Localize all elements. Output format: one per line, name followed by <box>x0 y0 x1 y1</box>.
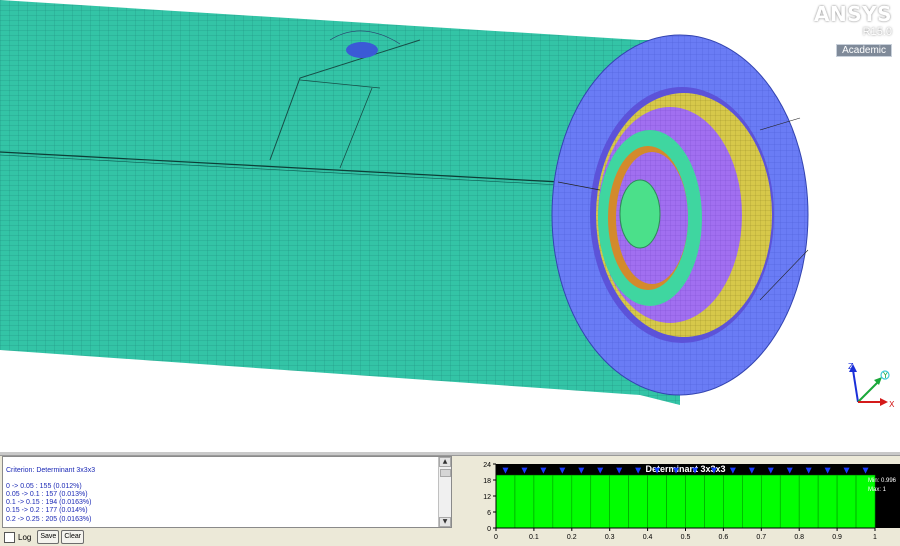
save-button[interactable]: Save <box>37 530 60 544</box>
criterion-line: Criterion: Determinant 3x3x3 <box>6 467 96 474</box>
histogram-bar[interactable] <box>779 474 800 529</box>
scroll-up-button[interactable]: ▲ <box>439 457 451 467</box>
histogram-x-tick-label: 0.4 <box>643 534 653 541</box>
mesh-model <box>0 0 809 405</box>
bin-line: 0.05 -> 0.1 : 157 (0.013%) <box>6 491 88 499</box>
histogram-y-tick-label: 24 <box>483 462 491 469</box>
histogram-bar[interactable] <box>742 474 762 529</box>
histogram-bar[interactable] <box>647 474 667 529</box>
brand-version: R15.0 <box>862 26 892 38</box>
histogram-bar[interactable] <box>552 474 573 529</box>
metrics-text: Criterion: Determinant 3x3x3 0 -> 0.05 :… <box>6 467 95 524</box>
histogram-y-tick-label: 6 <box>487 510 491 517</box>
axis-z-label: Z <box>848 362 854 371</box>
histogram-bar[interactable] <box>817 474 838 529</box>
histogram-bar[interactable] <box>666 474 686 529</box>
bin-line: 0.1 -> 0.15 : 194 (0.0163%) <box>6 499 92 507</box>
metrics-scrollbar[interactable]: ▲ ▼ <box>438 457 451 527</box>
mesh-metrics-panel: Criterion: Determinant 3x3x3 0 -> 0.05 :… <box>0 456 900 546</box>
histogram-x-tick-label: 0 <box>494 534 498 541</box>
scroll-thumb[interactable] <box>440 469 451 477</box>
histogram-bar[interactable] <box>836 474 857 529</box>
histogram-bar[interactable] <box>685 474 705 529</box>
histogram-bar[interactable] <box>760 474 781 529</box>
histogram-x-tick-label: 0.3 <box>605 534 615 541</box>
histogram-bar[interactable] <box>609 474 629 529</box>
metrics-text-box[interactable]: Criterion: Determinant 3x3x3 0 -> 0.05 :… <box>2 456 452 528</box>
bin-line: 0.15 -> 0.2 : 177 (0.014%) <box>6 507 88 515</box>
bin-line: 0.2 -> 0.25 : 205 (0.0163%) <box>6 515 92 523</box>
histogram-y-tick-label: 12 <box>483 494 491 501</box>
histogram-y-tick-label: 0 <box>487 526 491 533</box>
histogram-bar[interactable] <box>723 474 743 529</box>
axis-triad[interactable]: Z Y X <box>840 360 895 422</box>
histogram-x-tick-label: 0.9 <box>832 534 842 541</box>
histogram-bar[interactable] <box>704 474 724 529</box>
histogram-bar[interactable] <box>533 474 554 529</box>
log-label: Log <box>18 532 32 542</box>
histogram-bar[interactable] <box>798 474 819 529</box>
metrics-controls: Log Save Clear <box>4 530 86 544</box>
determinant-histogram[interactable]: Determinant 3x3x3Min: 0.996Max: 10612182… <box>470 456 900 546</box>
clear-button[interactable]: Clear <box>61 530 85 544</box>
histogram-bar[interactable] <box>514 474 535 529</box>
histogram-y-tick-label: 18 <box>483 478 491 485</box>
histogram-max-label: Max: 1 <box>868 487 887 493</box>
histogram-x-tick-label: 0.8 <box>794 534 804 541</box>
brand-edition: Academic <box>836 44 892 57</box>
histogram-bar[interactable] <box>628 474 648 529</box>
log-checkbox[interactable] <box>4 531 15 543</box>
histogram-x-tick-label: 0.5 <box>681 534 691 541</box>
histogram-x-tick-label: 0.7 <box>756 534 766 541</box>
histogram-panel[interactable]: Determinant 3x3x3 Min: 0.996 Max: 1 0 6 12 18 2… <box>470 456 900 546</box>
bin-line: 0 -> 0.05 : 155 (0.012%) <box>6 483 82 491</box>
scroll-down-button[interactable]: ▼ <box>439 517 451 527</box>
histogram-x-tick-label: 0.2 <box>567 534 577 541</box>
histogram-x-tick-label: 1 <box>873 534 877 541</box>
histogram-bar[interactable] <box>571 474 592 529</box>
graphics-viewport[interactable]: ANSYS R15.0 Academic Z Y X <box>0 0 900 452</box>
histogram-bar[interactable] <box>495 474 516 529</box>
brand-name: ANSYS <box>813 2 892 26</box>
ansys-brand: ANSYS R15.0 Academic <box>814 2 892 57</box>
histogram-min-label: Min: 0.996 <box>868 478 897 484</box>
histogram-bar[interactable] <box>590 474 611 529</box>
axis-x-label: X <box>889 400 895 409</box>
histogram-x-tick-label: 0.6 <box>719 534 729 541</box>
histogram-x-tick-label: 0.1 <box>529 534 539 541</box>
